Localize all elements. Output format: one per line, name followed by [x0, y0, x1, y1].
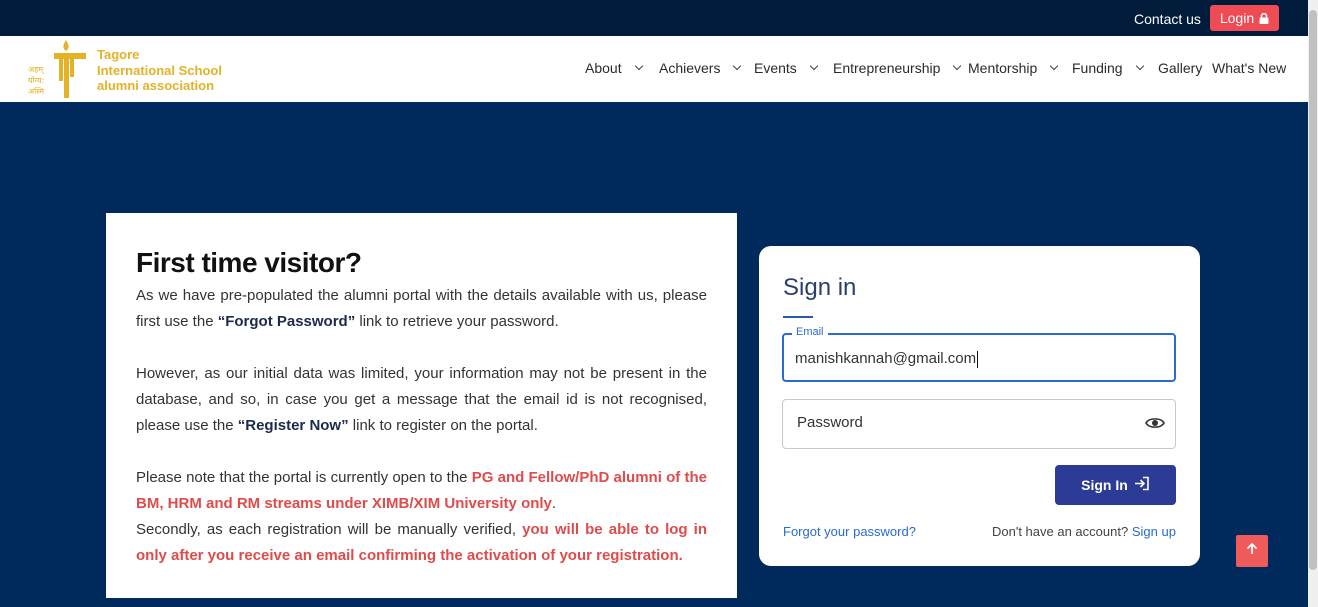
no-account-label: Don't have an account? — [992, 524, 1129, 539]
nav-funding-label: Funding — [1072, 60, 1123, 76]
page-scrollbar[interactable] — [1308, 0, 1318, 607]
info-p2-text-end: link to register on the portal. — [348, 417, 538, 434]
sign-in-button-label: Sign In — [1081, 477, 1128, 493]
lock-icon — [1259, 12, 1269, 24]
forgot-password-mention: “Forgot Password” — [217, 313, 356, 330]
nav-whats-new-label: What's New — [1212, 60, 1287, 76]
nav-entrepreneurship-label: Entrepreneurship — [833, 60, 941, 76]
title-underline — [783, 316, 813, 318]
nav-item-achievers[interactable]: Achievers — [659, 60, 742, 76]
contact-us-link[interactable]: Contact us — [1134, 11, 1201, 27]
brand-line-1: Tagore — [97, 47, 140, 62]
login-label: Login — [1219, 10, 1255, 26]
eye-icon[interactable] — [1145, 415, 1165, 431]
no-account-text: Don't have an account? Sign up — [992, 524, 1176, 539]
nav-gallery-label: Gallery — [1158, 60, 1203, 76]
brand-name[interactable]: Tagore International School alumni assoc… — [97, 47, 222, 94]
chevron-down-icon — [634, 61, 643, 71]
nav-item-events[interactable]: Events — [754, 60, 819, 76]
site-header: अहम् योग्य: अस्मि Tagore International S… — [0, 36, 1308, 102]
chevron-down-icon — [953, 61, 962, 71]
chevron-down-icon — [1135, 61, 1144, 71]
nav-item-mentorship[interactable]: Mentorship — [968, 60, 1059, 76]
nav-mentorship-label: Mentorship — [968, 60, 1038, 76]
logo-script-1: अहम् — [28, 65, 45, 75]
info-paragraph-2: However, as our initial data was limited… — [136, 361, 707, 439]
login-button[interactable]: Login — [1210, 5, 1279, 31]
scrollbar-thumb[interactable] — [1309, 10, 1317, 570]
arrow-up-icon — [1246, 542, 1258, 560]
info-paragraph-4: Secondly, as each registration will be m… — [136, 517, 707, 569]
password-placeholder: Password — [797, 414, 863, 431]
info-p4-text: Secondly, as each registration will be m… — [136, 521, 523, 538]
nav-item-funding[interactable]: Funding — [1072, 60, 1144, 76]
nav-item-gallery[interactable]: Gallery — [1158, 60, 1202, 76]
nav-item-entrepreneurship[interactable]: Entrepreneurship — [833, 60, 962, 76]
info-p1-text-end: link to retrieve your password. — [355, 313, 559, 330]
sign-in-title: Sign in — [783, 274, 857, 301]
sign-in-button[interactable]: Sign In — [1055, 465, 1176, 505]
logo-script-3: अस्मि — [28, 86, 44, 96]
chevron-down-icon — [1050, 61, 1059, 71]
back-to-top-button[interactable] — [1236, 535, 1268, 567]
text-caret — [977, 350, 979, 368]
info-paragraph-1: As we have pre-populated the alumni port… — [136, 283, 707, 335]
nav-achievers-label: Achievers — [659, 60, 721, 76]
nav-item-whats-new[interactable]: What's New — [1212, 60, 1286, 76]
email-input-value[interactable]: manishkannah@gmail.com — [795, 350, 979, 368]
chevron-down-icon — [809, 61, 819, 71]
register-now-mention: “Register Now” — [237, 417, 349, 434]
first-time-visitor-card: First time visitor? As we have pre-popul… — [106, 213, 737, 598]
logo-script-2: योग्य: — [28, 75, 44, 85]
top-bar: Contact us Login — [0, 0, 1308, 36]
chevron-down-icon — [733, 61, 742, 71]
email-label: Email — [792, 326, 828, 338]
info-paragraph-3: Please note that the portal is currently… — [136, 465, 707, 517]
sign-in-icon — [1134, 476, 1150, 494]
nav-item-about[interactable]: About — [585, 60, 643, 76]
email-value-text: manishkannah@gmail.com — [795, 350, 977, 367]
school-logo[interactable]: अहम् योग्य: अस्मि — [26, 38, 90, 100]
nav-events-label: Events — [754, 60, 797, 76]
nav-about-label: About — [585, 60, 622, 76]
first-time-visitor-title: First time visitor? — [136, 247, 362, 278]
forgot-password-link[interactable]: Forgot your password? — [783, 524, 916, 539]
info-p3-text-end: . — [551, 495, 557, 512]
sign-up-link[interactable]: Sign up — [1132, 524, 1176, 539]
sign-in-card: Sign in Email manishkannah@gmail.com Pas… — [759, 246, 1200, 566]
first-time-visitor-text: As we have pre-populated the alumni port… — [136, 283, 707, 569]
info-p3-text: Please note that the portal is currently… — [136, 469, 472, 486]
brand-line-2: International School — [97, 62, 222, 78]
brand-line-3: alumni association — [97, 78, 215, 93]
